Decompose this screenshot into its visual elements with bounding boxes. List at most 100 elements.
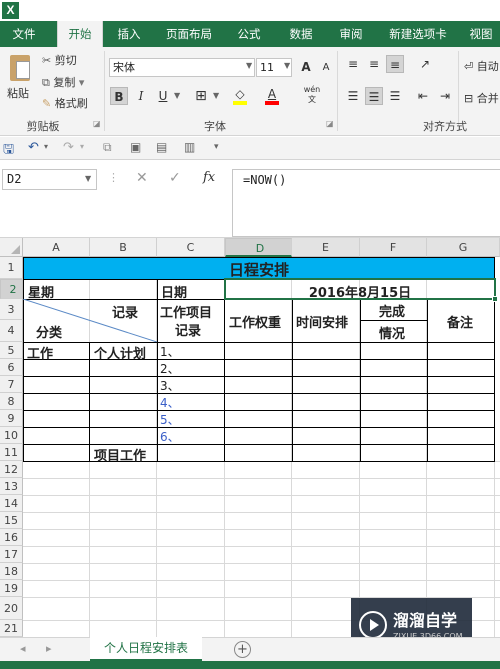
underline-button[interactable]: U xyxy=(154,87,172,105)
increase-indent-icon[interactable]: ⇥ xyxy=(436,87,454,105)
cut-button[interactable]: ✂ 剪切 xyxy=(42,52,77,68)
tab-file[interactable]: 文件 xyxy=(0,21,48,47)
font-color-icon[interactable]: A xyxy=(263,87,281,105)
formula-input[interactable]: =NOW() xyxy=(232,169,500,237)
row-header[interactable]: 14 xyxy=(0,495,23,512)
chevron-down-icon[interactable]: ▾ xyxy=(80,142,84,151)
column-header[interactable]: G xyxy=(427,238,500,257)
orientation-icon[interactable]: ↗ xyxy=(416,55,434,73)
tab-view[interactable]: 视图 xyxy=(462,21,500,47)
complete-header[interactable]: 完成 xyxy=(379,301,405,320)
item-cell[interactable]: 5、 xyxy=(160,411,180,428)
row-header[interactable]: 17 xyxy=(0,546,23,563)
column-header[interactable]: C xyxy=(157,238,225,257)
item-cell[interactable]: 2、 xyxy=(160,360,180,377)
chevron-down-icon[interactable]: ▾ xyxy=(44,142,48,151)
row-header[interactable]: 21 xyxy=(0,620,23,637)
row-header[interactable]: 10 xyxy=(0,427,23,444)
paste-icon[interactable] xyxy=(8,53,32,83)
row-header[interactable]: 4 xyxy=(0,320,23,342)
redo-icon[interactable]: ↷ xyxy=(63,140,74,155)
row-header-selected[interactable]: 2 xyxy=(0,279,23,299)
row-header[interactable]: 20 xyxy=(0,597,23,620)
row-header[interactable]: 11 xyxy=(0,444,23,461)
copy-button[interactable]: ⧉ 复制 ▾ xyxy=(42,74,84,90)
weekday-label[interactable]: 星期 xyxy=(28,282,54,301)
tab-formulas[interactable]: 公式 xyxy=(226,21,272,47)
date-label[interactable]: 日期 xyxy=(161,282,187,301)
align-left-icon[interactable]: ☰ xyxy=(344,87,362,105)
clipboard-launcher-icon[interactable]: ◪ xyxy=(93,119,101,128)
enter-icon[interactable]: ✓ xyxy=(169,170,181,186)
italic-button[interactable]: I xyxy=(132,87,150,105)
row-header[interactable]: 19 xyxy=(0,580,23,597)
add-sheet-icon[interactable]: + xyxy=(234,641,251,658)
row-header[interactable]: 13 xyxy=(0,478,23,495)
align-right-icon[interactable]: ☰ xyxy=(386,87,404,105)
phonetic-guide-icon[interactable]: wén 文 xyxy=(303,85,321,104)
note-header[interactable]: 备注 xyxy=(447,312,473,331)
tab-insert[interactable]: 插入 xyxy=(108,21,150,47)
font-name-select[interactable]: 宋体 xyxy=(109,58,255,77)
row-header[interactable]: 12 xyxy=(0,461,23,478)
chevron-down-icon[interactable]: ▼ xyxy=(85,174,91,183)
row-header[interactable]: 7 xyxy=(0,376,23,393)
tab-review[interactable]: 审阅 xyxy=(330,21,372,47)
camera-icon[interactable]: ▣ xyxy=(130,140,141,154)
tab-data[interactable]: 数据 xyxy=(280,21,322,47)
project-work-label[interactable]: 项目工作 xyxy=(94,445,146,464)
row-header[interactable]: 6 xyxy=(0,359,23,376)
column-header[interactable]: F xyxy=(360,238,427,257)
chevron-down-icon[interactable]: ▼ xyxy=(246,61,252,70)
select-all-corner[interactable] xyxy=(0,238,23,257)
save-icon[interactable]: 🖫 xyxy=(3,140,14,162)
align-center-icon[interactable]: ☰ xyxy=(365,87,383,105)
column-header[interactable]: A xyxy=(23,238,90,257)
bold-button[interactable]: B xyxy=(110,87,128,105)
personal-plan-label[interactable]: 个人计划 xyxy=(94,343,146,362)
scroll-right-icon[interactable]: ▸ xyxy=(46,642,52,655)
name-box[interactable]: D2 xyxy=(2,169,97,190)
paste-button[interactable]: 粘贴 xyxy=(7,85,29,101)
insert-function-icon[interactable]: fx xyxy=(203,170,215,185)
fill-handle[interactable] xyxy=(492,296,498,302)
worksheet-grid[interactable]: A B C D E F G 1 2 3 4 5 6 7 8 9 10 11 12… xyxy=(0,238,500,637)
cancel-icon[interactable]: ✕ xyxy=(136,170,148,186)
borders-icon[interactable]: ⊞ xyxy=(192,87,210,105)
chevron-down-icon[interactable]: ▼ xyxy=(213,91,219,100)
column-header[interactable]: B xyxy=(90,238,157,257)
work-label[interactable]: 工作 xyxy=(27,343,53,362)
row-header[interactable]: 5 xyxy=(0,342,23,359)
document-icon[interactable]: ▥ xyxy=(184,140,195,154)
row-header[interactable]: 1 xyxy=(0,257,23,279)
wrap-text-button[interactable]: ⏎ 自动 xyxy=(464,58,499,74)
column-header-selected[interactable]: D xyxy=(225,238,292,257)
fill-color-icon[interactable]: ◇ xyxy=(231,87,249,105)
time-header[interactable]: 时间安排 xyxy=(296,312,348,331)
column-header[interactable]: E xyxy=(292,238,360,257)
grow-font-button[interactable]: A xyxy=(297,58,315,76)
sheet-tab-active[interactable]: 个人日程安排表 xyxy=(90,637,202,661)
undo-icon[interactable]: ↶ xyxy=(28,140,39,155)
format-painter-button[interactable]: ✎ 格式刷 xyxy=(42,95,88,111)
title-cell[interactable]: 日程安排 xyxy=(23,257,495,279)
merge-center-button[interactable]: ⊟ 合并 xyxy=(464,90,499,106)
align-middle-icon[interactable]: ≡ xyxy=(365,55,383,73)
item-cell[interactable]: 3、 xyxy=(160,377,180,394)
chevron-down-icon[interactable]: ▼ xyxy=(284,61,290,70)
scroll-left-icon[interactable]: ◂ xyxy=(20,642,26,655)
align-top-icon[interactable]: ≡ xyxy=(344,55,362,73)
status-header[interactable]: 情况 xyxy=(379,323,405,342)
row-header[interactable]: 9 xyxy=(0,410,23,427)
row-header[interactable]: 18 xyxy=(0,563,23,580)
weight-header[interactable]: 工作权重 xyxy=(229,312,281,331)
row-header[interactable]: 8 xyxy=(0,393,23,410)
tab-page-layout[interactable]: 页面布局 xyxy=(158,21,220,47)
row-header[interactable]: 16 xyxy=(0,529,23,546)
row-header[interactable]: 15 xyxy=(0,512,23,529)
row-header[interactable]: 3 xyxy=(0,299,23,320)
font-launcher-icon[interactable]: ◪ xyxy=(326,119,334,128)
tab-new-tab[interactable]: 新建选项卡 xyxy=(380,21,456,47)
align-bottom-icon[interactable]: ≡ xyxy=(386,55,404,73)
item-cell[interactable]: 1、 xyxy=(160,343,180,360)
